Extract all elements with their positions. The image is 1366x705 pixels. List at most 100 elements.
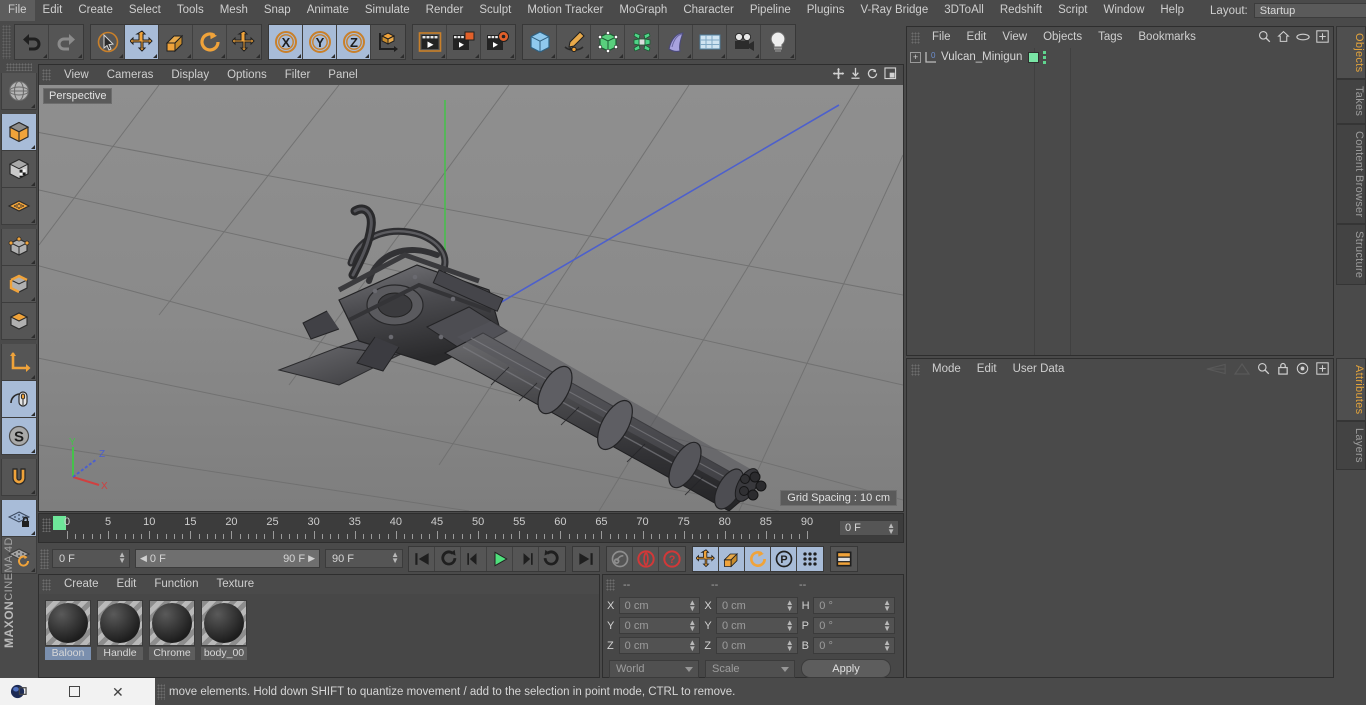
go-to-end-icon[interactable] <box>573 546 599 571</box>
mograph-icon[interactable] <box>625 24 659 59</box>
spline-pen-icon[interactable] <box>557 24 591 59</box>
close-icon[interactable]: ✕ <box>112 685 124 699</box>
stepper-icon[interactable]: ▲ ▼ <box>118 551 126 565</box>
rotation-input[interactable]: 0 ° ▲ ▼ <box>813 597 895 614</box>
menu-v-ray-bridge[interactable]: V-Ray Bridge <box>852 0 936 21</box>
material-menu-texture[interactable]: Texture <box>207 575 263 594</box>
coordinate-system-dropdown[interactable]: World <box>609 659 699 678</box>
stepper-icon[interactable]: ▲ ▼ <box>688 599 696 613</box>
layout-dropdown[interactable]: Startup <box>1253 3 1366 18</box>
viewport-menu-options[interactable]: Options <box>218 65 276 85</box>
edges-mode-icon[interactable] <box>1 266 37 303</box>
go-to-start-icon[interactable] <box>409 546 435 571</box>
size-input[interactable]: 0 cm ▲ ▼ <box>715 617 798 634</box>
object-menu-edit[interactable]: Edit <box>959 27 995 48</box>
maximize-view-icon[interactable] <box>884 67 897 83</box>
soft-selection-icon[interactable]: S <box>1 418 37 455</box>
material-swatch[interactable]: Baloon <box>45 600 91 660</box>
search-icon[interactable] <box>1257 362 1270 378</box>
menu-simulate[interactable]: Simulate <box>357 0 418 21</box>
object-menu-bookmarks[interactable]: Bookmarks <box>1130 27 1204 48</box>
viewport-menu-panel[interactable]: Panel <box>319 65 366 85</box>
menu-file[interactable]: File <box>0 0 35 21</box>
tab-content-browser[interactable]: Content Browser <box>1336 123 1366 225</box>
points-mode-icon[interactable] <box>1 229 37 266</box>
viewport-menu-view[interactable]: View <box>55 65 98 85</box>
key-scale-icon[interactable] <box>719 546 745 571</box>
rotation-input[interactable]: 0 ° ▲ ▼ <box>813 637 895 654</box>
step-forward-frame-icon[interactable] <box>513 546 539 571</box>
new-layer-icon[interactable] <box>1316 30 1329 46</box>
viewport-grip[interactable] <box>42 69 51 81</box>
lock-icon[interactable] <box>1277 362 1289 378</box>
dolly-icon[interactable] <box>850 67 861 83</box>
workplane-lock-icon[interactable] <box>1 500 37 537</box>
tab-takes[interactable]: Takes <box>1336 79 1366 124</box>
render-settings-icon[interactable] <box>481 24 515 59</box>
timeline-track[interactable]: 0 5 10 15 20 25 30 35 40 45 50 55 60 65 70 75 80 85 90 <box>53 514 835 542</box>
link-icon[interactable] <box>1296 32 1310 45</box>
step-back-frame-icon[interactable] <box>461 546 487 571</box>
menu-mograph[interactable]: MoGraph <box>611 0 675 21</box>
move-alt-icon[interactable] <box>227 24 261 59</box>
menu-snap[interactable]: Snap <box>256 0 299 21</box>
viewport-canvas[interactable]: Perspective Grid Spacing : 10 cm Y X Z <box>39 85 903 511</box>
menu-script[interactable]: Script <box>1050 0 1095 21</box>
timeline-ruler[interactable]: 0 5 10 15 20 25 30 35 40 45 50 55 60 65 70 75 80 85 90 0 F… <box>38 513 904 543</box>
material-preview[interactable] <box>97 600 143 646</box>
menu-create[interactable]: Create <box>70 0 121 21</box>
enable-axis-icon[interactable] <box>1 344 37 381</box>
menu-plugins[interactable]: Plugins <box>799 0 853 21</box>
step-back-key-icon[interactable] <box>435 546 461 571</box>
transform-mode-dropdown[interactable]: Scale <box>705 659 795 678</box>
menu-mesh[interactable]: Mesh <box>212 0 256 21</box>
object-manager-grip[interactable] <box>911 31 920 44</box>
position-input[interactable]: 0 cm ▲ ▼ <box>618 597 701 614</box>
stepper-icon[interactable]: ▲ ▼ <box>688 619 696 633</box>
tab-structure[interactable]: Structure <box>1336 224 1366 286</box>
menu-pipeline[interactable]: Pipeline <box>742 0 799 21</box>
search-icon[interactable] <box>1258 30 1271 46</box>
rotate-view-icon[interactable] <box>866 67 879 83</box>
material-swatch[interactable]: body_00 <box>201 600 247 660</box>
current-frame-input[interactable]: 0 F ▲ ▼ <box>52 549 130 568</box>
material-menu-function[interactable]: Function <box>145 575 207 594</box>
history-forward-icon[interactable] <box>1233 362 1251 378</box>
material-preview[interactable] <box>149 600 195 646</box>
live-selection-icon[interactable] <box>91 24 125 59</box>
world-coordinates-icon[interactable] <box>371 24 405 59</box>
size-input[interactable]: 0 cm ▲ ▼ <box>715 597 798 614</box>
app-icon[interactable] <box>10 683 27 700</box>
viewport-menu-filter[interactable]: Filter <box>276 65 320 85</box>
undo-icon[interactable] <box>15 24 49 59</box>
tab-attributes[interactable]: Attributes <box>1336 358 1366 422</box>
workplane-mode-icon[interactable] <box>1 188 37 225</box>
generator-icon[interactable] <box>591 24 625 59</box>
key-parameter-icon[interactable]: P <box>771 546 797 571</box>
material-swatch[interactable]: Chrome <box>149 600 195 660</box>
deformer-icon[interactable] <box>659 24 693 59</box>
tab-layers[interactable]: Layers <box>1336 421 1366 471</box>
restore-icon[interactable] <box>69 686 80 697</box>
preview-range-slider[interactable]: ◀ 0 F 90 F ▶ <box>135 549 320 568</box>
expand-icon[interactable]: + <box>910 51 921 63</box>
object-menu-view[interactable]: View <box>994 27 1035 48</box>
menu-tools[interactable]: Tools <box>169 0 212 21</box>
viewport-menu-cameras[interactable]: Cameras <box>98 65 163 85</box>
timeline-icon[interactable] <box>831 546 857 571</box>
camera-icon[interactable] <box>727 24 761 59</box>
attribute-menu-edit[interactable]: Edit <box>969 359 1005 380</box>
position-input[interactable]: 0 cm ▲ ▼ <box>618 637 701 654</box>
polygons-mode-icon[interactable] <box>1 303 37 340</box>
coordinates-grip[interactable] <box>606 578 615 591</box>
material-menu-create[interactable]: Create <box>55 575 108 594</box>
step-forward-key-icon[interactable] <box>539 546 565 571</box>
pan-icon[interactable] <box>832 67 845 83</box>
key-position-icon[interactable] <box>693 546 719 571</box>
stepper-icon[interactable]: ▲ ▼ <box>786 619 794 633</box>
menu-select[interactable]: Select <box>121 0 169 21</box>
stepper-icon[interactable]: ▲ ▼ <box>883 639 891 653</box>
axis-z-icon[interactable]: Z <box>337 24 371 59</box>
attribute-manager-grip[interactable] <box>911 363 920 376</box>
object-menu-tags[interactable]: Tags <box>1090 27 1130 48</box>
